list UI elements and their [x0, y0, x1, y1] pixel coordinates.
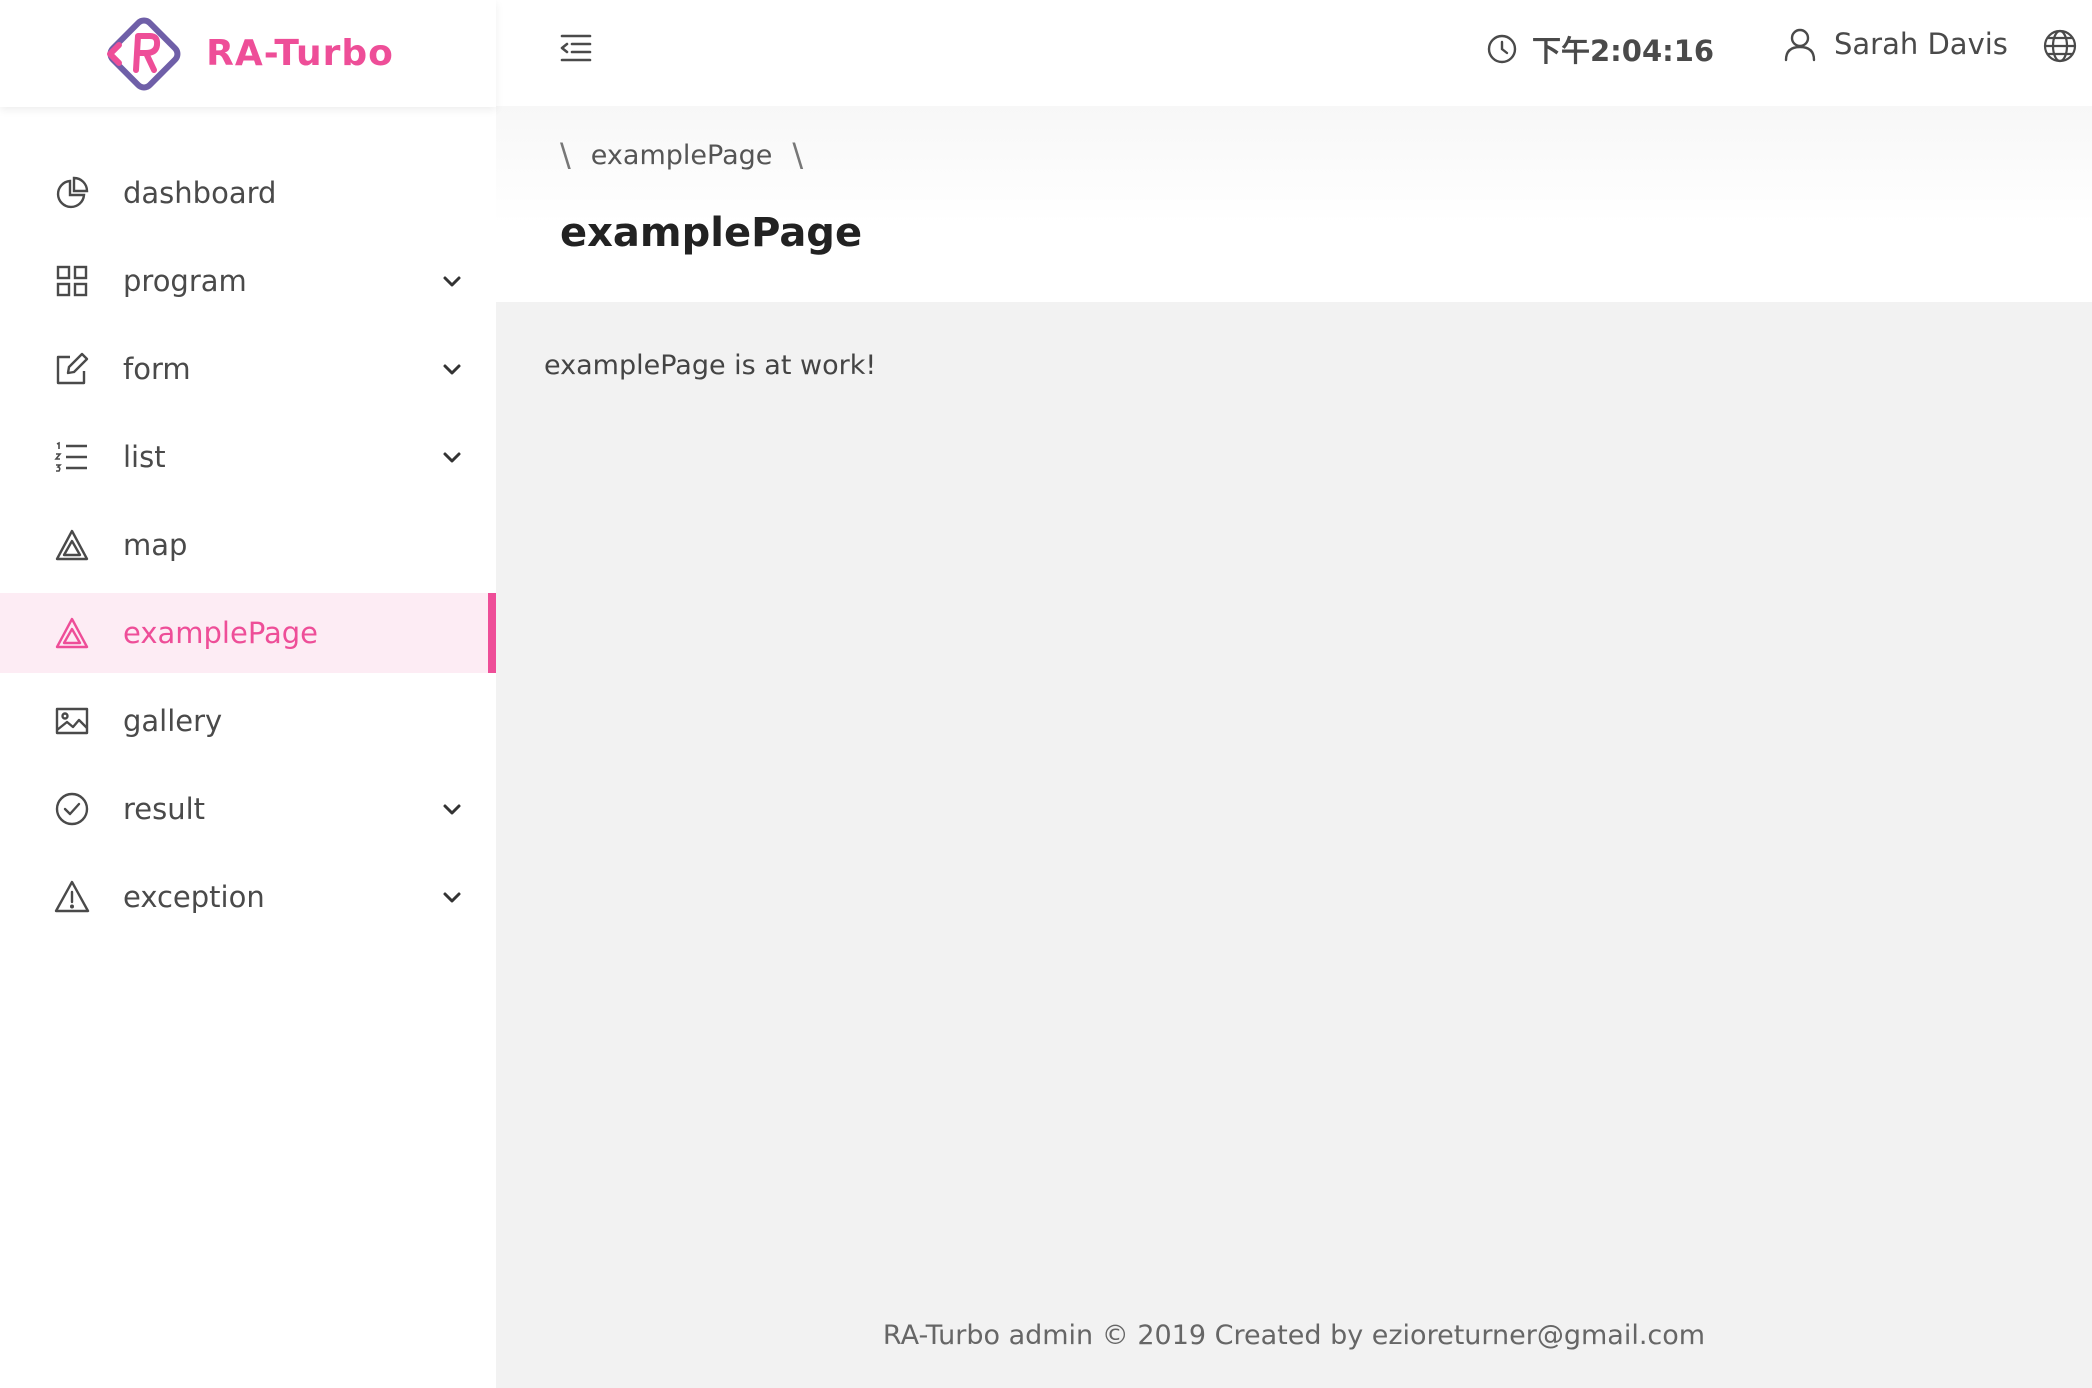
grid-icon: [54, 263, 90, 299]
sidebar-item-label: program: [123, 264, 247, 298]
page-header: \ examplePage \ examplePage: [496, 106, 2092, 302]
sidebar-item-label: gallery: [123, 704, 223, 738]
sidebar-item-dashboard[interactable]: dashboard: [0, 153, 496, 233]
menu-fold-icon[interactable]: [558, 30, 594, 66]
sidebar-item-examplepage[interactable]: examplePage: [0, 593, 496, 673]
top-header: 下午2:04:16 Sarah Davis: [496, 0, 2092, 106]
breadcrumb-item[interactable]: examplePage: [591, 140, 773, 171]
ordered-list-icon: [54, 439, 90, 475]
breadcrumb: \ examplePage \: [560, 136, 803, 174]
breadcrumb-separator: \: [792, 136, 804, 174]
page-body-text: examplePage is at work!: [544, 350, 877, 381]
chevron-down-icon: [443, 892, 461, 903]
triangle-icon: [54, 527, 90, 563]
sidebar-item-label: form: [123, 352, 191, 386]
sidebar-item-label: list: [123, 440, 166, 474]
footer: RA-Turbo admin © 2019 Created by ezioret…: [882, 1320, 1706, 1351]
sidebar-item-label: examplePage: [123, 616, 319, 650]
page-title: examplePage: [560, 210, 863, 256]
chevron-down-icon: [443, 276, 461, 287]
picture-icon: [54, 703, 90, 739]
check-circle-icon: [54, 791, 90, 827]
sidebar: RA-Turbo dashboard program form list map…: [0, 0, 496, 1388]
sidebar-item-gallery[interactable]: gallery: [0, 681, 496, 761]
ra-turbo-logo-icon: [107, 17, 181, 90]
sidebar-item-result[interactable]: result: [0, 769, 496, 849]
sidebar-item-list[interactable]: list: [0, 417, 496, 497]
sidebar-item-label: map: [123, 528, 188, 562]
chevron-down-icon: [443, 452, 461, 463]
chevron-down-icon: [443, 364, 461, 375]
brand-logo[interactable]: RA-Turbo: [92, 6, 394, 102]
pie-chart-icon: [54, 175, 90, 211]
warning-icon: [54, 879, 90, 915]
user-name: Sarah Davis: [1834, 27, 2008, 61]
globe-icon[interactable]: [2042, 28, 2078, 64]
brand-name: RA-Turbo: [206, 33, 394, 74]
sidebar-menu: dashboard program form list map exampleP…: [0, 153, 496, 937]
user-menu[interactable]: Sarah Davis: [1782, 26, 2008, 62]
breadcrumb-separator: \: [560, 136, 571, 174]
sidebar-item-label: exception: [123, 880, 265, 914]
chevron-down-icon: [443, 804, 461, 815]
logo-bar: RA-Turbo: [0, 0, 496, 107]
sidebar-item-exception[interactable]: exception: [0, 857, 496, 937]
clock-time: 下午2:04:16: [1532, 34, 1715, 68]
sidebar-item-form[interactable]: form: [0, 329, 496, 409]
sidebar-item-label: result: [123, 792, 206, 826]
sidebar-item-program[interactable]: program: [0, 241, 496, 321]
clock-icon: [1487, 34, 1517, 64]
edit-icon: [54, 351, 90, 387]
clock: 下午2:04:16: [1486, 28, 1714, 70]
user-icon: [1784, 28, 1816, 62]
sidebar-item-map[interactable]: map: [0, 505, 496, 585]
triangle-icon: [54, 615, 90, 651]
sidebar-item-label: dashboard: [123, 176, 277, 210]
